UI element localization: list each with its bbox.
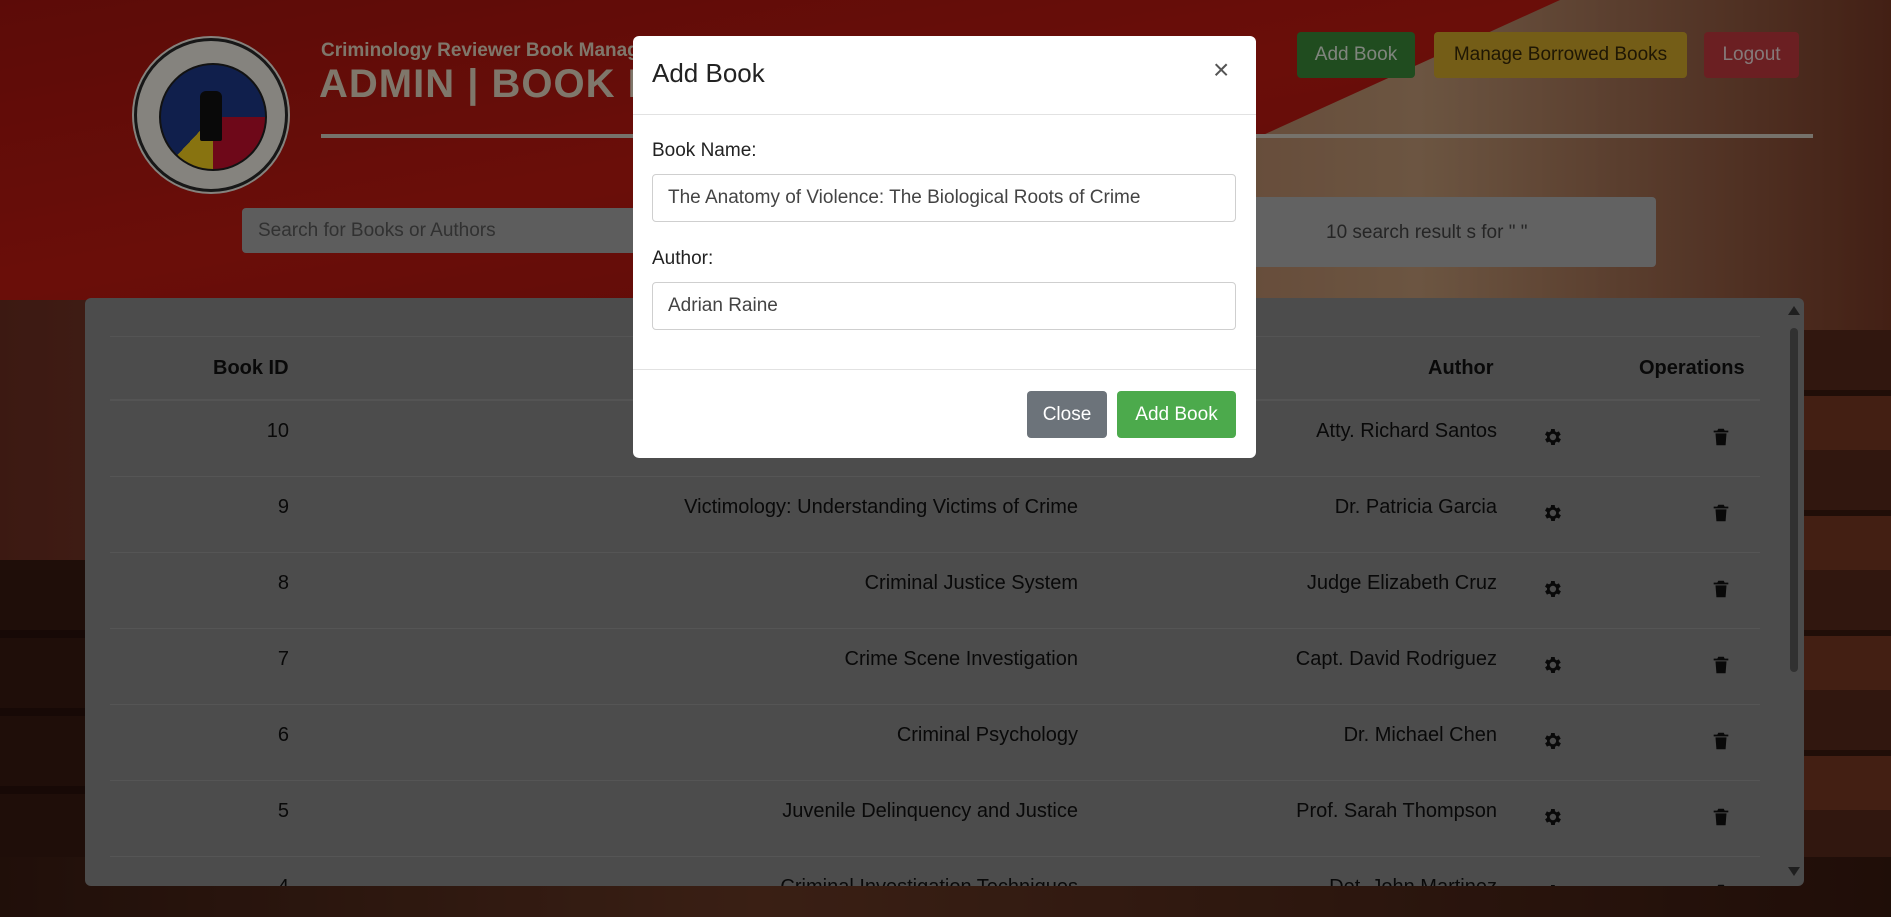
close-button[interactable]: Close [1027, 391, 1107, 438]
add-book-modal: Add Book × Book Name: Author: Close Add … [633, 36, 1256, 458]
author-input[interactable] [652, 282, 1236, 330]
modal-footer-divider [633, 369, 1256, 370]
submit-add-book-button[interactable]: Add Book [1117, 391, 1236, 438]
book-name-label: Book Name: [652, 140, 757, 161]
close-icon[interactable]: × [1213, 56, 1229, 84]
author-label: Author: [652, 248, 714, 269]
modal-title: Add Book [652, 58, 765, 88]
book-name-input[interactable] [652, 174, 1236, 222]
modal-header-divider [633, 114, 1256, 115]
